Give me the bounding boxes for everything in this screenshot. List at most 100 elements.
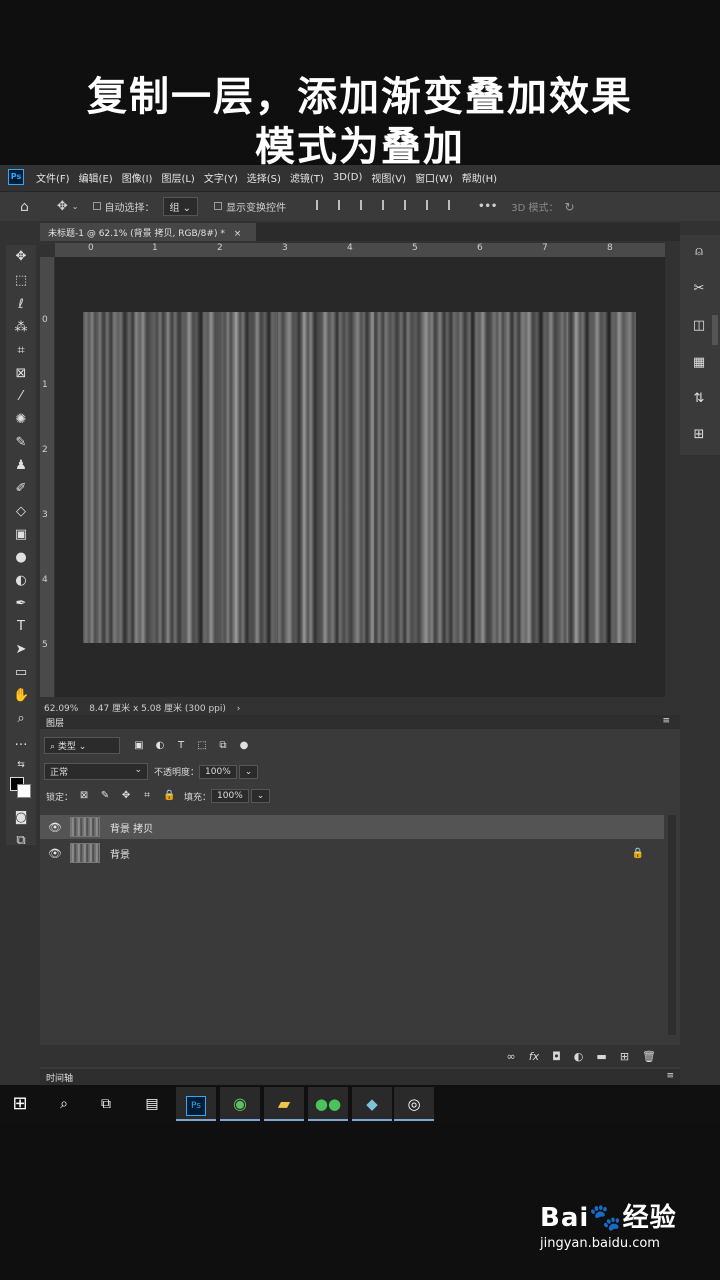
layer-style-fx-icon[interactable]: fx: [529, 1050, 539, 1063]
file-explorer-icon[interactable]: ▰: [264, 1087, 304, 1121]
filter-smartobject-icon[interactable]: ⧉: [218, 740, 228, 751]
align-right-icon[interactable]: [360, 200, 370, 210]
swap-colors-icon[interactable]: ⇆: [13, 757, 29, 773]
notepad-app-icon[interactable]: ▤: [132, 1087, 172, 1121]
align-top-icon[interactable]: [382, 200, 392, 210]
panel-menu-icon[interactable]: ≡: [662, 716, 670, 726]
align-bottom-icon[interactable]: [426, 200, 436, 210]
lock-transparent-icon[interactable]: ⊠: [79, 791, 89, 801]
shape-tool-icon[interactable]: ▭: [13, 665, 29, 681]
browser-taskbar-icon[interactable]: ◉: [220, 1087, 260, 1121]
layer-row-background-copy[interactable]: 👁 背景 拷贝: [40, 815, 664, 839]
hand-tool-icon[interactable]: ✋: [13, 688, 29, 704]
blur-tool-icon[interactable]: ●: [13, 550, 29, 566]
move-tool-icon[interactable]: ✥: [13, 249, 29, 265]
add-mask-icon[interactable]: ◘: [552, 1050, 561, 1063]
layer-thumbnail[interactable]: [70, 843, 100, 863]
lock-position-icon[interactable]: ✥: [121, 791, 131, 801]
properties-panel-icon[interactable]: ⊞: [690, 426, 708, 444]
history-panel-icon[interactable]: ⇅: [690, 390, 708, 408]
wechat-taskbar-icon[interactable]: ●●: [308, 1087, 348, 1121]
menu-select[interactable]: 选择(S): [247, 170, 281, 185]
link-layers-icon[interactable]: ∞: [507, 1050, 516, 1063]
screen-mode-icon[interactable]: ⧉: [13, 833, 29, 849]
filter-adjustment-icon[interactable]: ◐: [155, 740, 165, 751]
visibility-eye-icon[interactable]: 👁: [48, 847, 62, 860]
brushes-panel-icon[interactable]: ✂: [690, 280, 708, 298]
document-tab[interactable]: 未标题-1 @ 62.1% (背景 拷贝, RGB/8#) * ×: [40, 223, 256, 241]
filter-pixel-icon[interactable]: ▣: [134, 740, 144, 751]
lasso-tool-icon[interactable]: ℓ: [13, 297, 29, 313]
menu-file[interactable]: 文件(F): [36, 170, 70, 185]
photoshop-logo-icon[interactable]: Ps: [8, 169, 24, 185]
align-middle-icon[interactable]: [404, 200, 414, 210]
app-taskbar-icon[interactable]: ◆: [352, 1087, 392, 1121]
clone-stamp-icon[interactable]: ♟: [13, 458, 29, 474]
type-tool-icon[interactable]: T: [13, 619, 29, 635]
lock-image-icon[interactable]: ✎: [100, 791, 110, 801]
libraries-panel-icon[interactable]: ◫: [690, 317, 708, 335]
edit-toolbar-icon[interactable]: …: [13, 734, 29, 750]
filter-toggle-icon[interactable]: ●: [239, 740, 249, 751]
layer-row-background[interactable]: 👁 背景 🔒: [40, 841, 664, 865]
opacity-chevron-icon[interactable]: ⌄: [238, 764, 259, 779]
move-tool-icon[interactable]: ✥: [57, 199, 68, 214]
channels-panel-icon[interactable]: ▦: [690, 354, 708, 372]
show-transform-checkbox[interactable]: [214, 201, 226, 212]
background-color-swatch[interactable]: [17, 784, 31, 798]
layer-thumbnail[interactable]: [70, 817, 100, 837]
menu-view[interactable]: 视图(V): [371, 170, 406, 185]
chevron-right-icon[interactable]: ›: [237, 704, 241, 714]
obs-taskbar-icon[interactable]: ◎: [394, 1087, 434, 1121]
eyedropper-icon[interactable]: ⁄: [13, 389, 29, 405]
opacity-field[interactable]: 100%: [199, 764, 237, 779]
filter-type-icon[interactable]: T: [176, 740, 186, 751]
healing-brush-icon[interactable]: ✺: [13, 412, 29, 428]
path-select-icon[interactable]: ➤: [13, 642, 29, 658]
history-brush-icon[interactable]: ✐: [13, 481, 29, 497]
layer-name[interactable]: 背景 拷贝: [110, 820, 153, 835]
layers-panel-title[interactable]: 图层: [46, 719, 64, 729]
auto-select-checkbox[interactable]: [92, 201, 105, 212]
menu-type[interactable]: 文字(Y): [204, 170, 238, 185]
search-icon[interactable]: ⌕: [44, 1087, 84, 1121]
close-tab-icon[interactable]: ×: [234, 229, 242, 239]
menu-image[interactable]: 图像(I): [122, 170, 153, 185]
filter-kind-dropdown[interactable]: ⌕ 类型 ⌄: [44, 737, 120, 754]
pen-tool-icon[interactable]: ✒: [13, 596, 29, 612]
menu-edit[interactable]: 编辑(E): [79, 170, 113, 185]
home-icon[interactable]: ⌂: [20, 199, 29, 215]
delete-layer-icon[interactable]: 🗑: [642, 1050, 656, 1063]
right-scrollbar[interactable]: [712, 315, 718, 345]
adjustment-layer-icon[interactable]: ◐: [574, 1050, 584, 1063]
3d-orbit-icon[interactable]: ↻: [565, 200, 575, 214]
fill-chevron-icon[interactable]: ⌄: [250, 789, 271, 803]
document-canvas[interactable]: [83, 312, 636, 643]
zoom-tool-icon[interactable]: ⌕: [13, 711, 29, 727]
dodge-tool-icon[interactable]: ◐: [13, 573, 29, 589]
fill-field[interactable]: 100%: [211, 789, 249, 803]
distribute-icon[interactable]: [448, 200, 458, 210]
visibility-eye-icon[interactable]: 👁: [48, 821, 62, 834]
menu-help[interactable]: 帮助(H): [462, 170, 497, 185]
new-group-icon[interactable]: ▬: [596, 1050, 606, 1063]
learn-panel-icon[interactable]: ⍝: [690, 243, 708, 261]
frame-tool-icon[interactable]: ⊠: [13, 366, 29, 382]
chevron-down-icon[interactable]: ⌄: [72, 202, 79, 211]
gradient-tool-icon[interactable]: ▣: [13, 527, 29, 543]
brush-tool-icon[interactable]: ✎: [13, 435, 29, 451]
lock-artboard-icon[interactable]: ⌗: [142, 791, 152, 801]
timeline-menu-icon[interactable]: ≡: [666, 1071, 674, 1081]
windows-start-icon[interactable]: ⊞: [0, 1087, 40, 1121]
photoshop-taskbar-icon[interactable]: Ps: [176, 1087, 216, 1121]
layer-name[interactable]: 背景: [110, 846, 130, 861]
eraser-tool-icon[interactable]: ◇: [13, 504, 29, 520]
magic-wand-icon[interactable]: ⁂: [13, 320, 29, 336]
blend-mode-dropdown[interactable]: 正常 ⌄: [44, 763, 148, 780]
more-options-button[interactable]: •••: [478, 201, 497, 212]
marquee-tool-icon[interactable]: ⬚: [13, 273, 29, 289]
menu-filter[interactable]: 滤镜(T): [290, 170, 324, 185]
align-left-icon[interactable]: [316, 200, 326, 210]
menu-layer[interactable]: 图层(L): [161, 170, 194, 185]
timeline-title[interactable]: 时间轴: [46, 1074, 73, 1084]
